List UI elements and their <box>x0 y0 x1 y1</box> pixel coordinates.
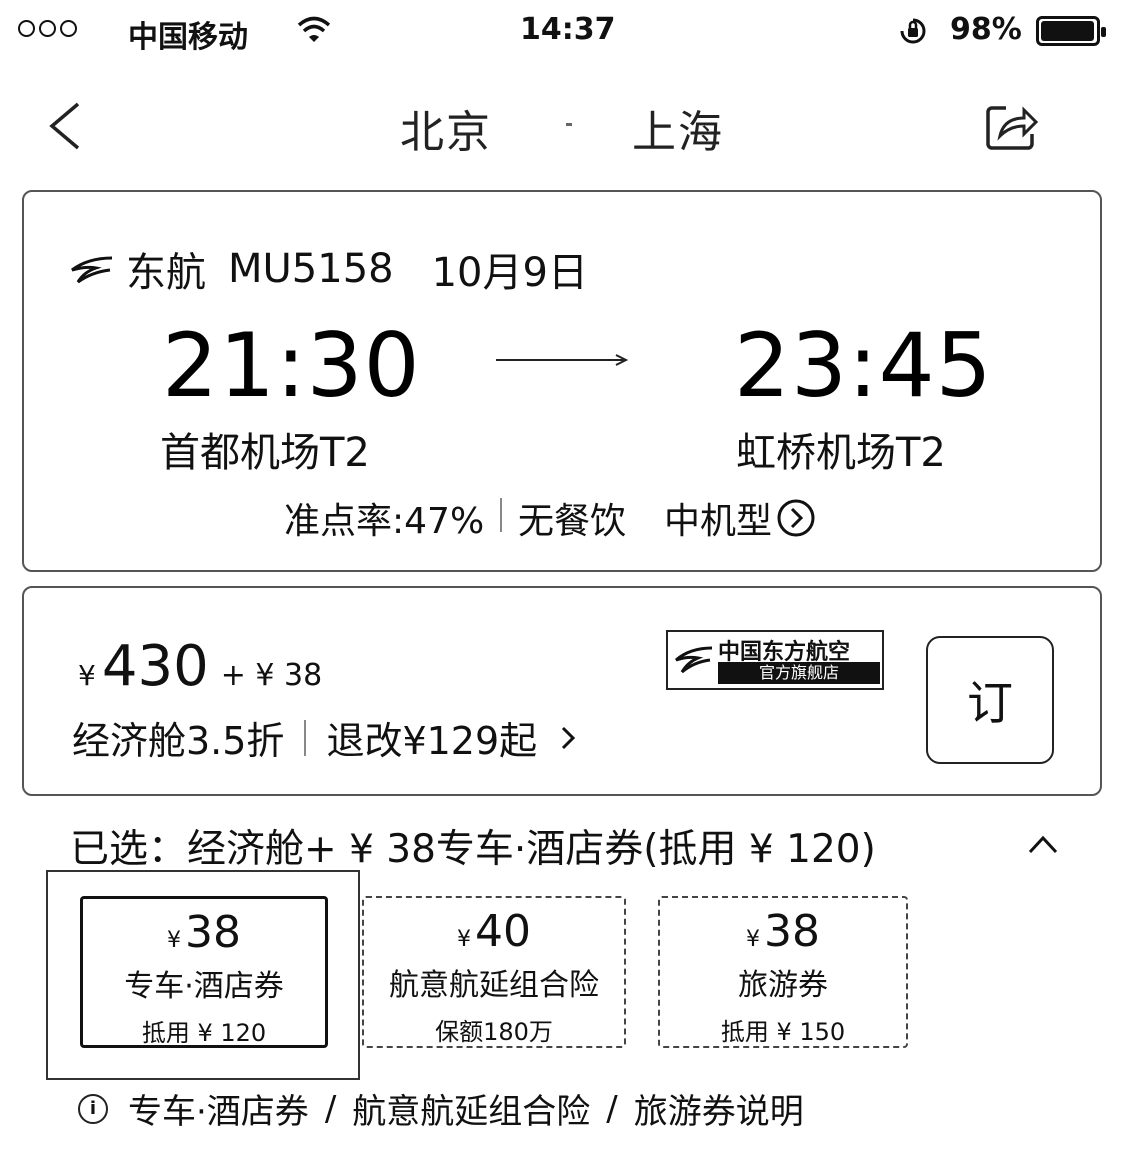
flight-number: MU5158 <box>228 246 394 292</box>
wifi-icon <box>297 16 331 42</box>
signal-strength-icon <box>18 20 77 37</box>
flight-direction-arrow-icon <box>496 354 629 366</box>
chevron-up-icon[interactable] <box>1026 832 1060 856</box>
china-eastern-flagship-logo: 中国东方航空 官方旗舰店 <box>666 630 884 690</box>
option-currency: ¥ <box>167 928 181 953</box>
arrival-airport: 虹桥机场T2 <box>736 430 946 476</box>
info-link-car-hotel[interactable]: 专车·酒店券 <box>128 1084 309 1133</box>
option-card-car-hotel[interactable]: ¥38 专车·酒店券 抵用 ¥ 120 <box>80 896 328 1048</box>
option-name: 专车·酒店券 <box>124 969 284 1004</box>
chevron-right-circle-icon <box>777 499 815 537</box>
option-info-links: i 专车·酒店券 / 航意航延组合险 / 旅游券说明 <box>78 1084 804 1133</box>
option-price: 38 <box>185 907 241 958</box>
option-name: 旅游券 <box>738 968 828 1003</box>
fare-price: ¥ 430 + ¥ 38 <box>78 634 322 699</box>
addon-price: + ¥ 38 <box>220 658 323 693</box>
back-arrow-icon[interactable] <box>44 100 84 152</box>
selected-summary: 已选：经济舱+ ¥ 38专车·酒店券(抵用 ¥ 120) <box>70 827 876 872</box>
option-note: 抵用 ¥ 120 <box>141 1019 267 1047</box>
option-currency: ¥ <box>457 927 471 952</box>
cabin-row: 经济舱3.5折 退改¥129起 <box>72 710 581 765</box>
fare-amount: 430 <box>101 634 209 699</box>
carrier-name: 中国移动 <box>128 20 248 55</box>
airline-name: 东航 <box>126 250 206 296</box>
arrival-time: 23:45 <box>734 314 993 417</box>
option-note: 抵用 ¥ 150 <box>720 1018 846 1046</box>
flight-date: 10月9日 <box>431 250 588 296</box>
battery-icon <box>1036 16 1106 46</box>
origin-city: 北京 <box>400 107 492 158</box>
meal-info: 无餐饮 <box>518 501 627 542</box>
option-price: 38 <box>764 906 820 957</box>
link-separator: / <box>324 1088 337 1129</box>
destination-city: 上海 <box>632 107 724 158</box>
orientation-lock-icon <box>900 18 926 44</box>
china-eastern-logo-icon <box>71 256 113 284</box>
option-price: 40 <box>475 906 531 957</box>
china-eastern-logo-icon <box>675 646 713 674</box>
share-icon[interactable] <box>984 98 1040 154</box>
option-currency: ¥ <box>746 927 760 952</box>
flight-header: 东航 MU5158 10月9日 <box>66 240 588 298</box>
refund-policy-link[interactable]: 退改¥129起 <box>326 710 537 765</box>
departure-airport: 首都机场T2 <box>160 430 370 476</box>
info-link-travel[interactable]: 旅游券说明 <box>634 1084 804 1133</box>
option-note: 保额180万 <box>435 1018 553 1046</box>
info-icon: i <box>78 1093 108 1124</box>
on-time-rate: 准点率:47% <box>284 501 485 542</box>
battery-percent: 98% <box>950 12 1022 47</box>
option-card-travel[interactable]: ¥38 旅游券 抵用 ¥ 150 <box>658 896 908 1048</box>
chevron-right-icon[interactable] <box>557 720 581 756</box>
info-link-insurance[interactable]: 航意航延组合险 <box>352 1084 590 1133</box>
option-name: 航意航延组合险 <box>389 968 599 1003</box>
option-card-insurance[interactable]: ¥40 航意航延组合险 保额180万 <box>362 896 626 1048</box>
departure-time: 21:30 <box>162 314 421 417</box>
meta-divider <box>500 498 502 532</box>
cabin-divider <box>304 719 307 756</box>
aircraft-type-link[interactable]: 中机型 <box>664 492 816 544</box>
route-separator <box>566 123 572 126</box>
status-time: 14:37 <box>520 12 616 47</box>
book-button[interactable]: 订 <box>926 636 1054 764</box>
currency-symbol: ¥ <box>78 659 96 692</box>
cabin-discount: 经济舱3.5折 <box>72 719 285 763</box>
logo-line2: 官方旗舰店 <box>718 662 880 684</box>
link-separator: / <box>606 1088 618 1129</box>
aircraft-type: 中机型 <box>664 501 773 542</box>
